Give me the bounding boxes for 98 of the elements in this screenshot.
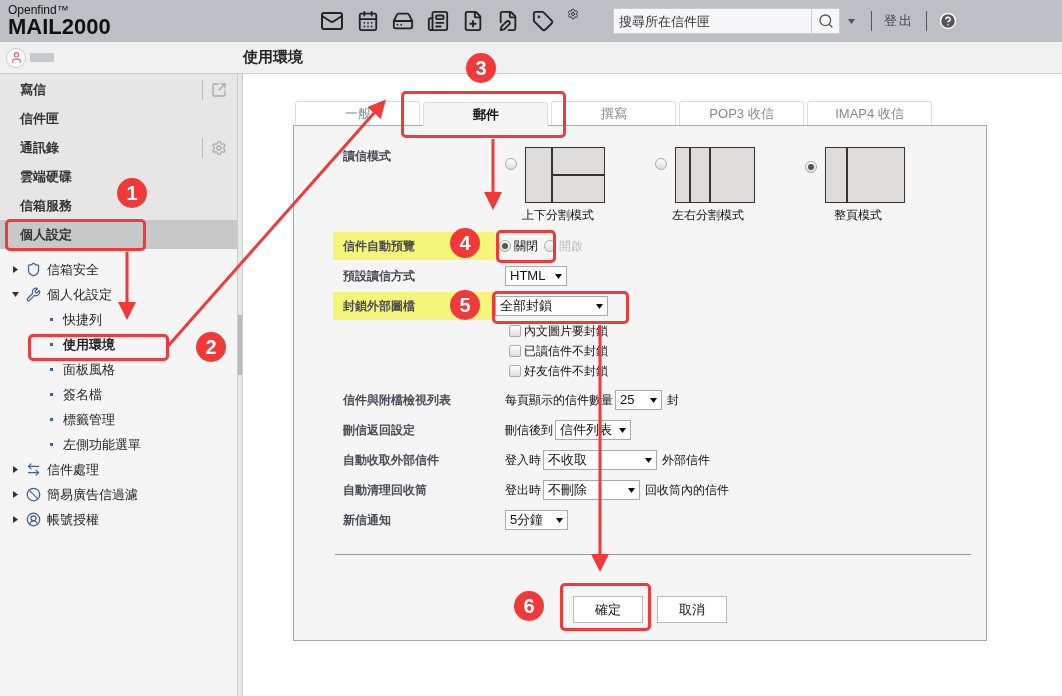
expand-triangle-icon	[12, 266, 19, 273]
left-right-layout-icon[interactable]	[675, 147, 755, 203]
option-label: 上下分割模式	[522, 207, 594, 224]
logo-subtitle: Openfind™	[8, 4, 70, 16]
setting-text: 外部信件	[662, 452, 710, 469]
dropdown[interactable]: 不刪除	[543, 480, 640, 500]
tree-item[interactable]: 使用環境	[63, 334, 115, 355]
setting-label: 預設讀信方式	[343, 268, 416, 285]
setting-text: 登入時	[505, 452, 541, 469]
sidebar-item[interactable]: 寫信	[20, 79, 46, 100]
tree-item[interactable]: 帳號授權	[47, 509, 99, 530]
settings-icon[interactable]	[567, 8, 579, 20]
caret-icon	[628, 486, 635, 494]
search-button[interactable]	[811, 8, 840, 34]
dropdown[interactable]: 5分鐘	[505, 510, 568, 530]
tree-item[interactable]: 個人化設定	[47, 284, 112, 305]
top-bottom-layout-icon[interactable]	[525, 147, 605, 203]
collapse-triangle-icon	[12, 291, 19, 298]
caret-icon	[619, 426, 626, 434]
setting-text: 封	[667, 392, 679, 409]
caret-icon	[556, 516, 563, 524]
dropdown[interactable]: 信件列表	[555, 420, 631, 440]
caret-icon	[848, 17, 855, 25]
envelope-icon[interactable]	[320, 9, 344, 33]
drive-icon[interactable]	[392, 10, 414, 32]
logout-button[interactable]: 登出	[872, 11, 926, 31]
dropdown[interactable]: HTML	[505, 266, 567, 286]
sidebar-item[interactable]: 通訊錄	[20, 137, 59, 158]
dropdown[interactable]: 25	[615, 390, 662, 410]
tree-item[interactable]: 簽名檔	[63, 384, 102, 405]
avatar[interactable]	[6, 47, 26, 68]
radio-button[interactable]	[505, 158, 517, 170]
swap-arrows-icon	[26, 462, 41, 477]
radio-button[interactable]	[655, 158, 667, 170]
option-label: 整頁模式	[834, 207, 882, 224]
tree-item[interactable]: 快捷列	[63, 309, 102, 330]
option-label: 左右分割模式	[672, 207, 744, 224]
shield-icon	[26, 262, 41, 277]
tools-icon	[26, 287, 41, 302]
checkbox[interactable]	[509, 365, 521, 377]
notebook-icon[interactable]	[427, 10, 449, 32]
arrow	[484, 139, 502, 210]
setting-label: 新信通知	[343, 512, 392, 529]
dropdown[interactable]: 全部封鎖	[495, 296, 608, 316]
setting-label: 自動收取外部信件	[343, 452, 440, 469]
sidebar-item[interactable]: 信件匣	[20, 108, 59, 129]
setting-label: 信件與附檔檢視列表	[343, 392, 452, 409]
sidebar-item[interactable]: 個人設定	[20, 224, 72, 245]
expand-triangle-icon	[12, 516, 19, 523]
setting-label: 讀信模式	[343, 148, 392, 165]
help-icon[interactable]	[939, 12, 957, 30]
step-number-badge: 3	[466, 53, 496, 83]
expand-triangle-icon	[12, 466, 19, 473]
tree-item[interactable]: 信箱安全	[47, 259, 99, 280]
search-icon	[817, 13, 834, 29]
tree-item[interactable]: 面板風格	[63, 359, 115, 380]
setting-text: 刪信後到	[505, 422, 553, 439]
checkbox[interactable]	[509, 325, 521, 337]
prohibited-icon	[26, 487, 41, 502]
setting-label: 刪信返回設定	[343, 422, 416, 439]
tab[interactable]: 郵件	[423, 102, 548, 126]
radio-label: 關閉	[514, 238, 538, 255]
tree-item[interactable]: 簡易廣告信過濾	[47, 484, 138, 505]
arrow	[118, 252, 136, 320]
setting-label: 自動清理回收筒	[343, 482, 428, 499]
setting-text: 登出時	[505, 482, 541, 499]
full-page-layout-icon[interactable]	[825, 147, 905, 203]
sidebar-item[interactable]: 信箱服務	[20, 195, 72, 216]
calendar-icon[interactable]	[357, 10, 379, 32]
search-field[interactable]: 搜尋所在信件匣	[613, 8, 811, 34]
add-document-icon[interactable]	[462, 10, 484, 32]
highlight-frame	[496, 230, 556, 263]
form-button[interactable]: 取消	[657, 596, 727, 623]
caret-icon	[650, 396, 657, 404]
radio-button[interactable]	[499, 240, 511, 252]
form-button[interactable]: 確定	[573, 596, 643, 623]
tab[interactable]: POP3 收信	[679, 101, 804, 125]
setting-text: 回收筒內的信件	[645, 482, 729, 499]
caret-icon	[555, 272, 562, 280]
user-icon	[26, 512, 41, 527]
tab[interactable]: IMAP4 收信	[807, 101, 932, 125]
tab[interactable]: 撰寫	[551, 101, 676, 125]
tree-item[interactable]: 左側功能選單	[63, 434, 141, 455]
page-title: 使用環境	[243, 47, 303, 68]
caret-icon	[596, 302, 603, 310]
caret-icon	[645, 456, 652, 464]
tag-icon[interactable]	[532, 10, 554, 32]
tab[interactable]: 一般	[295, 101, 420, 125]
tree-item[interactable]: 標籤管理	[63, 409, 115, 430]
tree-item[interactable]: 信件處理	[47, 459, 99, 480]
radio-button[interactable]	[805, 161, 817, 173]
sidebar-item[interactable]: 雲端硬碟	[20, 166, 72, 187]
logo-title: MAIL2000	[8, 16, 112, 38]
checkbox[interactable]	[509, 345, 521, 357]
expand-triangle-icon	[12, 491, 19, 498]
note-icon[interactable]	[497, 10, 519, 32]
blurred-name	[30, 53, 54, 62]
dropdown[interactable]: 不收取	[543, 450, 657, 470]
